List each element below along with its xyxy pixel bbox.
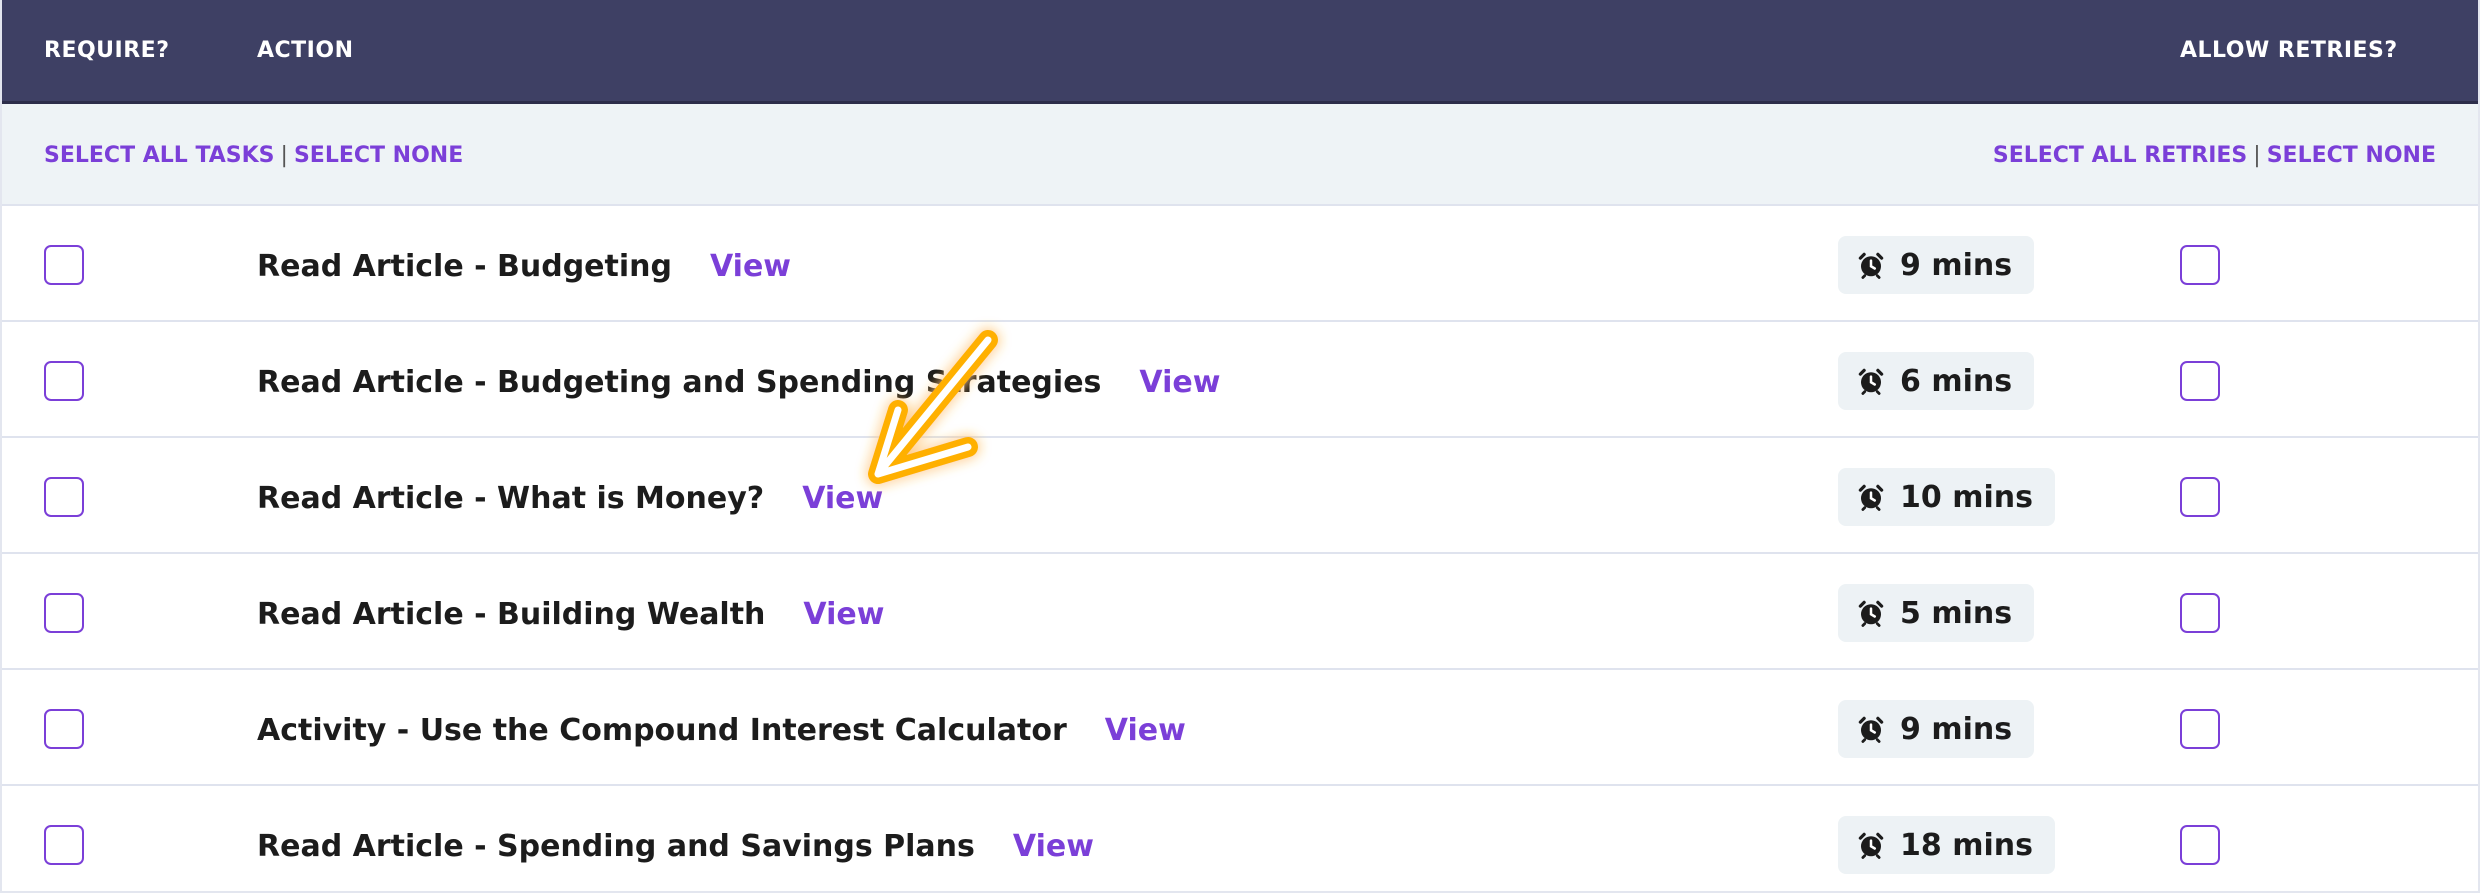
duration-badge: 10 mins <box>1838 468 2055 526</box>
task-row: Read Article - Budgeting View 9 mins <box>2 206 2478 322</box>
task-title-text: Read Article - Budgeting and Spending St… <box>257 365 1102 400</box>
separator: | <box>2253 143 2261 168</box>
task-title-text: Activity - Use the Compound Interest Cal… <box>257 713 1067 748</box>
duration-badge: 5 mins <box>1838 584 2035 642</box>
task-row: Activity - Use the Compound Interest Cal… <box>2 670 2478 786</box>
task-row: Read Article - Spending and Savings Plan… <box>2 786 2478 891</box>
duration-text: 6 mins <box>1900 363 2013 399</box>
retry-selection-links: SELECT ALL RETRIES | SELECT NONE <box>1993 143 2436 168</box>
require-checkbox[interactable] <box>44 361 84 401</box>
task-title-text: Read Article - What is Money? <box>257 481 765 516</box>
alarm-clock-icon <box>1856 250 1900 280</box>
task-title: Read Article - Spending and Savings Plan… <box>257 829 1094 864</box>
allow-retries-checkbox[interactable] <box>2180 477 2220 517</box>
require-checkbox[interactable] <box>44 709 84 749</box>
view-link[interactable]: View <box>1013 829 1094 864</box>
task-row: Read Article - What is Money? View 10 mins <box>2 438 2478 554</box>
view-link[interactable]: View <box>1139 365 1220 400</box>
allow-retries-checkbox[interactable] <box>2180 361 2220 401</box>
select-all-tasks-link[interactable]: SELECT ALL TASKS <box>44 143 275 168</box>
alarm-clock-icon <box>1856 714 1900 744</box>
task-table: REQUIRE? ACTION ALLOW RETRIES? SELECT AL… <box>0 0 2480 893</box>
require-checkbox[interactable] <box>44 825 84 865</box>
task-title: Activity - Use the Compound Interest Cal… <box>257 713 1186 748</box>
task-title: Read Article - Budgeting View <box>257 249 791 284</box>
task-title: Read Article - What is Money? View <box>257 481 883 516</box>
view-link[interactable]: View <box>803 597 884 632</box>
separator: | <box>280 143 288 168</box>
view-link[interactable]: View <box>1105 713 1186 748</box>
require-checkbox[interactable] <box>44 245 84 285</box>
alarm-clock-icon <box>1856 598 1900 628</box>
select-all-retries-link[interactable]: SELECT ALL RETRIES <box>1993 143 2247 168</box>
require-checkbox[interactable] <box>44 477 84 517</box>
duration-text: 5 mins <box>1900 595 2013 631</box>
require-checkbox[interactable] <box>44 593 84 633</box>
duration-text: 9 mins <box>1900 247 2013 283</box>
task-row: Read Article - Budgeting and Spending St… <box>2 322 2478 438</box>
header-require: REQUIRE? <box>44 38 170 63</box>
select-none-tasks-link[interactable]: SELECT NONE <box>294 143 463 168</box>
header-allow-retries: ALLOW RETRIES? <box>2180 38 2398 63</box>
task-row: Read Article - Building Wealth View 5 mins <box>2 554 2478 670</box>
duration-badge: 18 mins <box>1838 816 2055 874</box>
duration-badge: 9 mins <box>1838 236 2035 294</box>
task-selection-links: SELECT ALL TASKS | SELECT NONE <box>44 143 463 168</box>
task-title-text: Read Article - Building Wealth <box>257 597 766 632</box>
header-action: ACTION <box>257 38 354 63</box>
alarm-clock-icon <box>1856 366 1900 396</box>
view-link[interactable]: View <box>802 481 883 516</box>
task-title: Read Article - Building Wealth View <box>257 597 884 632</box>
alarm-clock-icon <box>1856 482 1900 512</box>
selection-toolbar: SELECT ALL TASKS | SELECT NONE SELECT ALL … <box>2 104 2478 206</box>
task-title-text: Read Article - Budgeting <box>257 249 672 284</box>
allow-retries-checkbox[interactable] <box>2180 245 2220 285</box>
allow-retries-checkbox[interactable] <box>2180 593 2220 633</box>
duration-text: 9 mins <box>1900 711 2013 747</box>
allow-retries-checkbox[interactable] <box>2180 709 2220 749</box>
task-title-text: Read Article - Spending and Savings Plan… <box>257 829 975 864</box>
duration-text: 10 mins <box>1900 479 2033 515</box>
alarm-clock-icon <box>1856 830 1900 860</box>
table-header: REQUIRE? ACTION ALLOW RETRIES? <box>2 0 2478 104</box>
task-title: Read Article - Budgeting and Spending St… <box>257 365 1220 400</box>
select-none-retries-link[interactable]: SELECT NONE <box>2267 143 2436 168</box>
view-link[interactable]: View <box>710 249 791 284</box>
allow-retries-checkbox[interactable] <box>2180 825 2220 865</box>
duration-text: 18 mins <box>1900 827 2033 863</box>
duration-badge: 6 mins <box>1838 352 2035 410</box>
duration-badge: 9 mins <box>1838 700 2035 758</box>
